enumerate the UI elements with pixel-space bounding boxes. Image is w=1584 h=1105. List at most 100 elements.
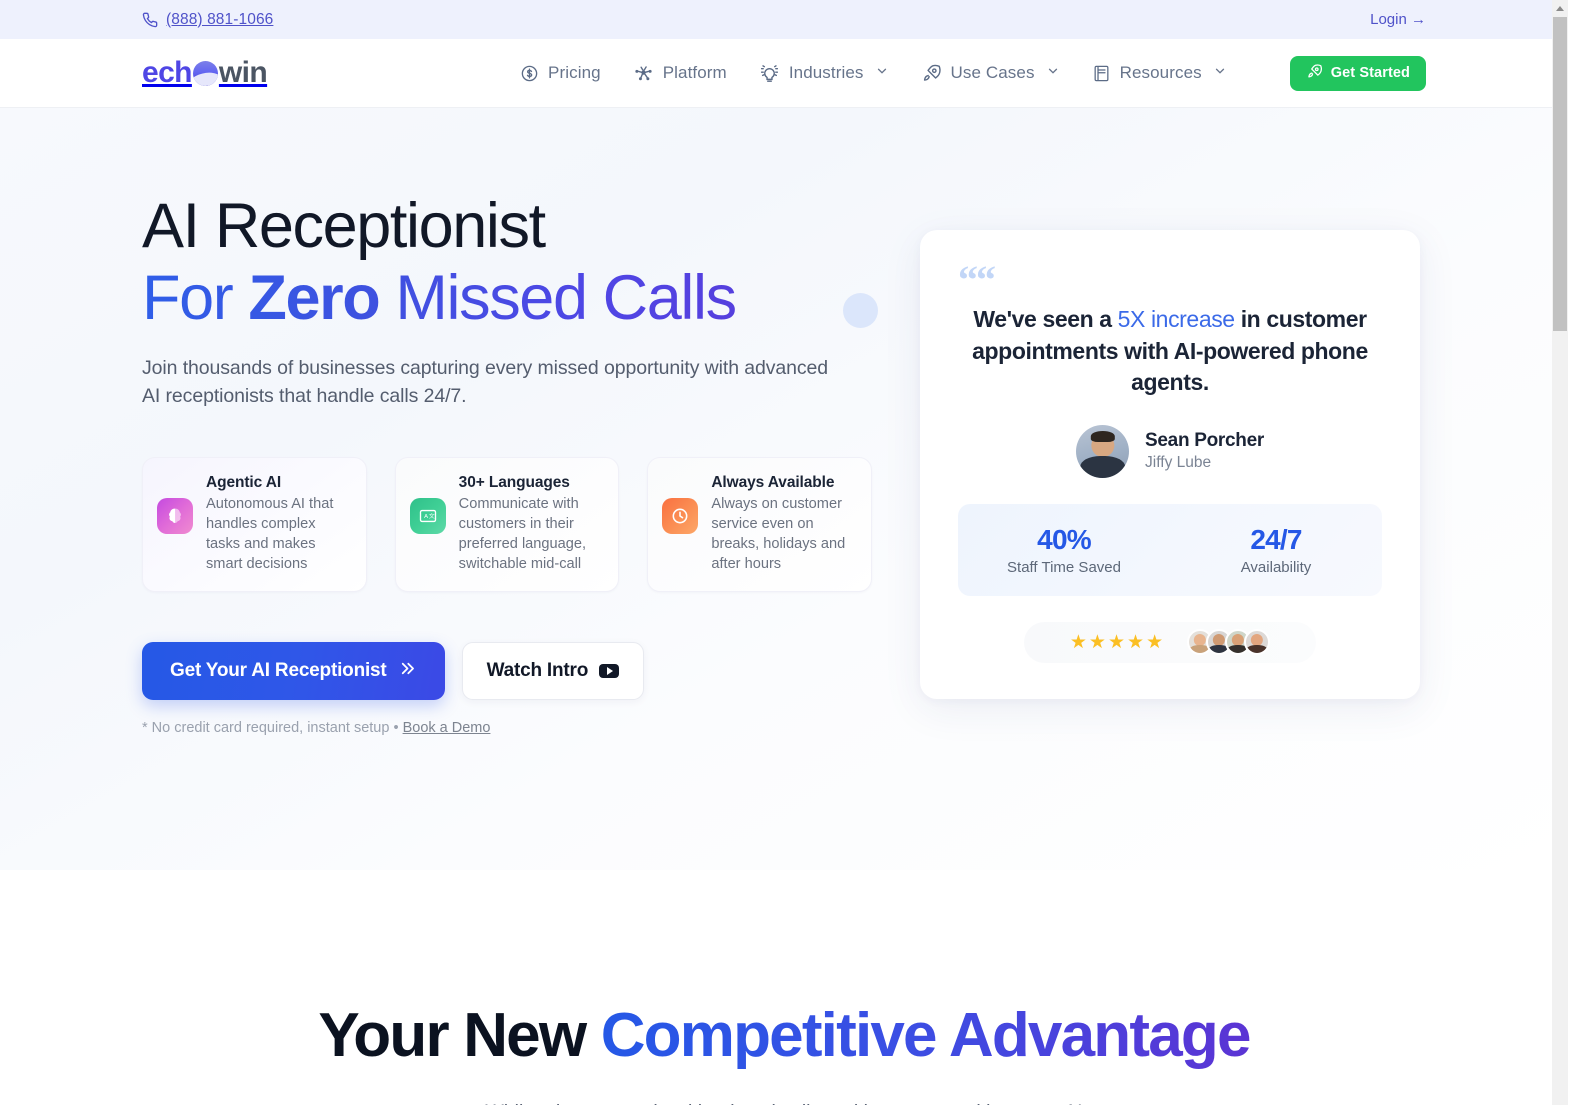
rocket-icon xyxy=(921,63,942,84)
stat-availability: 24/7 Availability xyxy=(1170,524,1382,576)
secondary-cta-label: Watch Intro xyxy=(486,660,589,682)
stat-staff-time-saved: 40% Staff Time Saved xyxy=(958,524,1170,576)
stat-label: Staff Time Saved xyxy=(1007,558,1121,576)
stat-label: Availability xyxy=(1240,558,1312,576)
watch-intro-button[interactable]: Watch Intro xyxy=(461,642,645,701)
nav-label: Platform xyxy=(662,63,727,82)
lightbulb-icon xyxy=(759,63,780,84)
book-icon xyxy=(1092,64,1111,83)
feature-card-agentic-ai: Agentic AI Autonomous AI that handles co… xyxy=(142,457,367,593)
main-navigation: ech win Pricing Platform Industries Use … xyxy=(0,39,1568,108)
customer-avatar-group xyxy=(1187,629,1271,655)
feature-description: Always on customer service even on break… xyxy=(711,496,846,573)
feature-description: Communicate with customers in their pref… xyxy=(458,496,587,573)
feature-card-always-available: Always Available Always on customer serv… xyxy=(647,457,873,593)
hero-section: AI Receptionist For Zero Missed Calls Jo… xyxy=(0,108,1568,870)
quote-highlight: 5X increase xyxy=(1117,306,1235,332)
testimonial-quote: We've seen a 5X increase in customer app… xyxy=(958,304,1382,399)
feature-card-list: Agentic AI Autonomous AI that handles co… xyxy=(142,457,873,593)
avatar xyxy=(1244,629,1271,655)
page-title: AI Receptionist For Zero Missed Calls xyxy=(142,191,872,332)
feature-card-languages: A 文 30+ Languages Communicate with custo… xyxy=(394,457,620,593)
nav-label: Resources xyxy=(1119,63,1202,82)
login-link[interactable]: Login → xyxy=(1370,11,1426,28)
nav-label: Industries xyxy=(788,63,864,82)
star-icon: ★ xyxy=(1127,631,1145,653)
chevron-down-icon xyxy=(1213,63,1227,83)
testimonial-card: ““ We've seen a 5X increase in customer … xyxy=(920,230,1420,699)
cta-note: * No credit card required, instant setup… xyxy=(142,720,872,736)
svg-text:A: A xyxy=(424,515,428,521)
page-viewport: (888) 881-1066 Login → ech win Pricing P… xyxy=(0,0,1568,1105)
nav-item-pricing[interactable]: Pricing xyxy=(520,63,601,83)
svg-text:文: 文 xyxy=(429,513,435,521)
scrollbar-thumb[interactable] xyxy=(1553,17,1567,331)
phone-number-link[interactable]: (888) 881-1066 xyxy=(142,11,273,29)
translate-icon: A 文 xyxy=(409,498,446,535)
nav-item-industries[interactable]: Industries xyxy=(759,63,889,84)
phone-icon xyxy=(142,12,158,28)
star-rating: ★ ★ ★ ★ ★ xyxy=(1070,631,1163,654)
nav-label: Use Cases xyxy=(950,63,1035,82)
stat-value: 24/7 xyxy=(1250,523,1302,555)
quote-part-a: We've seen a xyxy=(973,306,1118,332)
announcement-topbar: (888) 881-1066 Login → xyxy=(0,0,1568,39)
rating-row: ★ ★ ★ ★ ★ xyxy=(1024,621,1316,663)
get-started-label: Get Started xyxy=(1330,65,1410,81)
star-icon: ★ xyxy=(1146,631,1164,653)
get-your-ai-receptionist-button[interactable]: Get Your AI Receptionist xyxy=(142,642,445,701)
network-nodes-icon xyxy=(633,63,654,84)
chevron-down-icon xyxy=(875,63,889,83)
feature-title: Agentic AI xyxy=(206,474,282,492)
nav-item-resources[interactable]: Resources xyxy=(1092,63,1227,83)
competitive-advantage-section: Your New Competitive Advantage While oth… xyxy=(0,870,1568,1105)
dollar-circle-icon xyxy=(520,64,539,83)
hero-title-missed-calls: Missed Calls xyxy=(379,262,736,333)
double-chevron-right-icon xyxy=(398,659,417,684)
nav-item-use-cases[interactable]: Use Cases xyxy=(921,63,1060,84)
chevron-down-icon xyxy=(1046,63,1060,83)
logo-text-ech: ech xyxy=(142,56,193,89)
feature-title: 30+ Languages xyxy=(458,474,570,492)
author-name: Sean Porcher xyxy=(1145,430,1264,451)
hero-title-zero: Zero xyxy=(248,262,380,333)
star-icon: ★ xyxy=(1069,631,1087,653)
heading-part-b: Competitive Advantage xyxy=(600,1001,1252,1070)
avatar xyxy=(1076,424,1130,478)
testimonial-stats: 40% Staff Time Saved 24/7 Availability xyxy=(958,503,1382,596)
section-paragraph: While others struggle with missed calls … xyxy=(454,1096,1114,1105)
site-logo[interactable]: ech win xyxy=(142,56,268,90)
section-heading: Your New Competitive Advantage xyxy=(142,1003,1426,1068)
feature-title: Always Available xyxy=(711,474,835,492)
logo-circle-icon xyxy=(192,60,218,86)
book-a-demo-link[interactable]: Book a Demo xyxy=(403,720,491,736)
author-company: Jiffy Lube xyxy=(1145,454,1212,471)
hero-testimonial-area: ““ We've seen a 5X increase in customer … xyxy=(920,194,1420,736)
decorative-circle xyxy=(843,293,878,328)
brain-icon xyxy=(157,498,193,535)
get-started-button[interactable]: Get Started xyxy=(1289,55,1426,91)
hero-cta-row: Get Your AI Receptionist Watch Intro xyxy=(142,642,872,701)
youtube-icon xyxy=(599,664,620,679)
feature-description: Autonomous AI that handles complex tasks… xyxy=(206,496,334,573)
testimonial-author: Sean Porcher Jiffy Lube xyxy=(958,424,1382,478)
heading-part-a: Your New xyxy=(318,1001,601,1070)
page-scrollbar[interactable] xyxy=(1552,0,1568,1105)
star-icon: ★ xyxy=(1107,631,1126,653)
rocket-icon xyxy=(1306,63,1323,84)
hero-title-for: For xyxy=(142,262,249,333)
hero-title-line2: For Zero Missed Calls xyxy=(142,266,872,332)
phone-number-text: (888) 881-1066 xyxy=(166,10,274,28)
hero-subtitle: Join thousands of businesses capturing e… xyxy=(142,357,829,407)
primary-cta-label: Get Your AI Receptionist xyxy=(170,660,387,682)
star-icon: ★ xyxy=(1088,631,1106,653)
hero-title-line1: AI Receptionist xyxy=(142,191,546,261)
stat-value: 40% xyxy=(1037,523,1091,555)
quote-mark-icon: ““ xyxy=(958,257,996,302)
nav-label: Pricing xyxy=(548,63,601,82)
nav-item-platform[interactable]: Platform xyxy=(633,63,727,84)
scroll-up-arrow-icon[interactable] xyxy=(1552,0,1568,16)
nav-links: Pricing Platform Industries Use Cases Re… xyxy=(520,55,1426,91)
hero-content: AI Receptionist For Zero Missed Calls Jo… xyxy=(142,191,873,736)
logo-text-win: win xyxy=(218,56,268,89)
